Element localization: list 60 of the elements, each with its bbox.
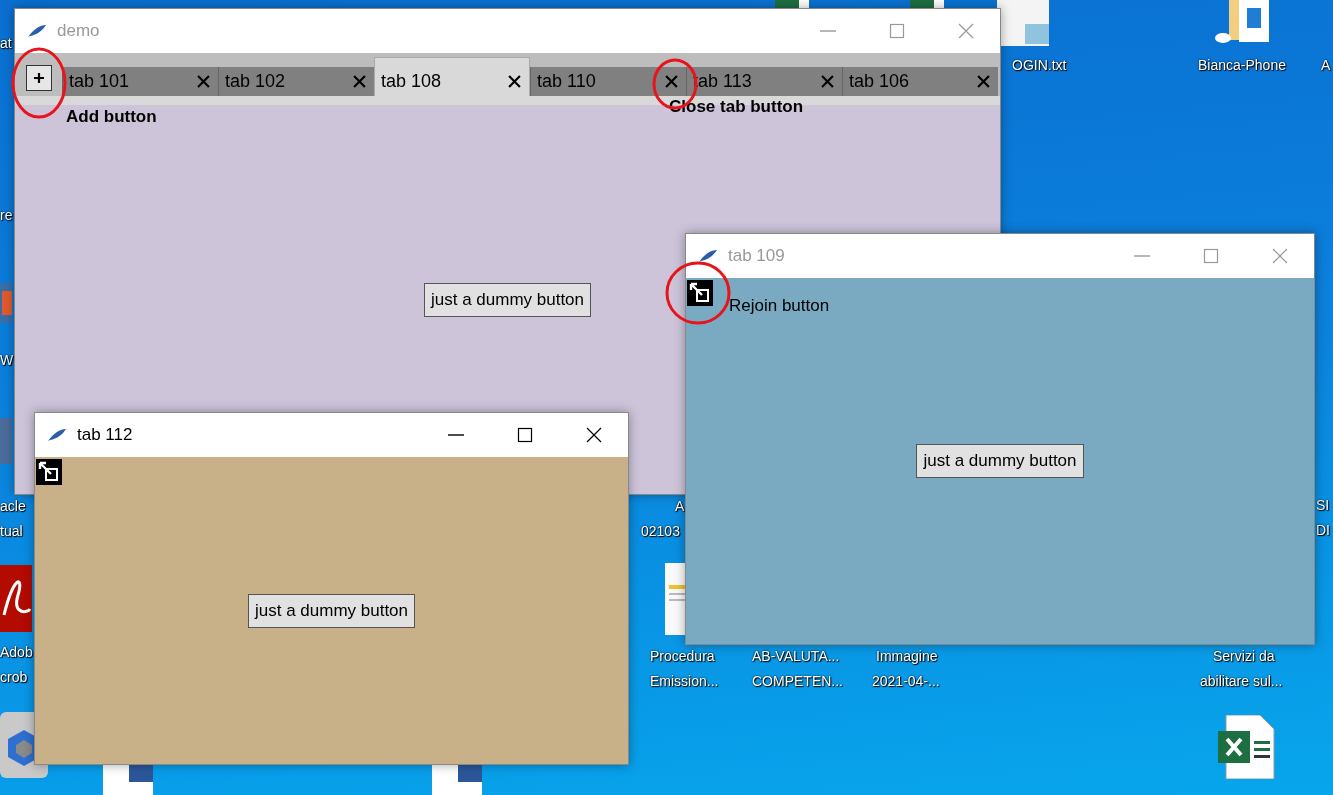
desktop-icon-label[interactable]: Servizi da — [1213, 646, 1275, 666]
desktop-icon-label[interactable]: Bianca-Phone — [1198, 55, 1286, 75]
feather-icon — [47, 428, 67, 442]
rejoin-icon[interactable] — [36, 459, 62, 485]
tab[interactable]: tab 110 — [530, 67, 686, 96]
desktop-icon-label[interactable]: acle — [0, 496, 26, 516]
annotation-circle — [664, 260, 732, 326]
desktop-icon-label[interactable]: A — [1321, 55, 1331, 75]
tab-label: tab 101 — [69, 71, 130, 92]
desktop-icon-label[interactable]: DI — [1316, 520, 1330, 540]
maximize-icon — [1202, 248, 1219, 264]
desktop-icon-label[interactable]: Immagine — [876, 646, 938, 666]
desktop-icon-label[interactable]: Procedura — [650, 646, 715, 666]
window-title: tab 112 — [77, 425, 133, 445]
tab-label: tab 110 — [537, 71, 596, 92]
tab[interactable]: tab 106 — [842, 67, 998, 96]
rejoin-icon[interactable] — [687, 280, 713, 306]
feather-icon — [27, 24, 47, 38]
feather-icon — [698, 249, 718, 263]
desktop-icon-label[interactable]: 02103 — [641, 521, 680, 541]
tab[interactable]: tab 108 — [374, 57, 530, 96]
maximize-icon — [516, 427, 533, 443]
tab[interactable]: tab 102 — [218, 67, 374, 96]
dummy-button[interactable]: just a dummy button — [247, 593, 416, 628]
desktop-icon-label[interactable]: abilitare sul... — [1200, 671, 1283, 691]
desktop-icon-label[interactable]: 2021-04-... — [872, 671, 940, 691]
minimize-icon — [1133, 255, 1150, 257]
plus-icon — [33, 71, 45, 84]
desktop-icon-label[interactable]: COMPETEN... — [752, 671, 843, 691]
close-icon — [1271, 248, 1288, 264]
desktop-icon-label[interactable]: SI — [1316, 495, 1330, 515]
minimize-icon — [819, 30, 836, 32]
annotation-label: Add button — [66, 107, 157, 127]
desktop-icon-label[interactable]: tual — [0, 521, 23, 541]
annotation-label: Rejoin button — [729, 296, 830, 316]
desktop-icon-label[interactable]: A — [675, 496, 685, 516]
desktop-icon-label[interactable]: re — [0, 205, 13, 225]
spreadsheet-icon — [1218, 715, 1276, 779]
close-icon — [585, 427, 602, 443]
window-title: demo — [57, 21, 100, 41]
close-icon — [957, 23, 974, 39]
tab[interactable]: tab 101 — [62, 67, 218, 96]
desktop-icon-label[interactable]: Emission... — [650, 671, 719, 691]
tab-label: tab 106 — [849, 71, 910, 92]
desktop-icon-label[interactable]: Adob — [0, 642, 33, 662]
desktop-icon-label[interactable]: W — [0, 350, 14, 370]
window-title: tab 109 — [728, 246, 785, 266]
dummy-button[interactable]: just a dummy button — [423, 282, 592, 317]
pdf-icon — [0, 565, 32, 632]
minimize-icon — [447, 434, 464, 436]
maximize-icon — [888, 23, 905, 39]
add-tab-button[interactable] — [26, 64, 52, 91]
dummy-button[interactable]: just a dummy button — [916, 444, 1084, 478]
desktop-icon-label[interactable]: AB-VALUTA... — [752, 646, 840, 666]
close-icon[interactable] — [508, 74, 521, 88]
desktop-icon-label[interactable]: crob — [0, 667, 28, 687]
tab-label: tab 102 — [225, 71, 286, 92]
desktop-icon-label[interactable]: OGIN.txt — [1012, 55, 1067, 75]
desktop-icon-label[interactable]: at — [0, 33, 12, 53]
tab-label: tab 108 — [381, 70, 442, 92]
